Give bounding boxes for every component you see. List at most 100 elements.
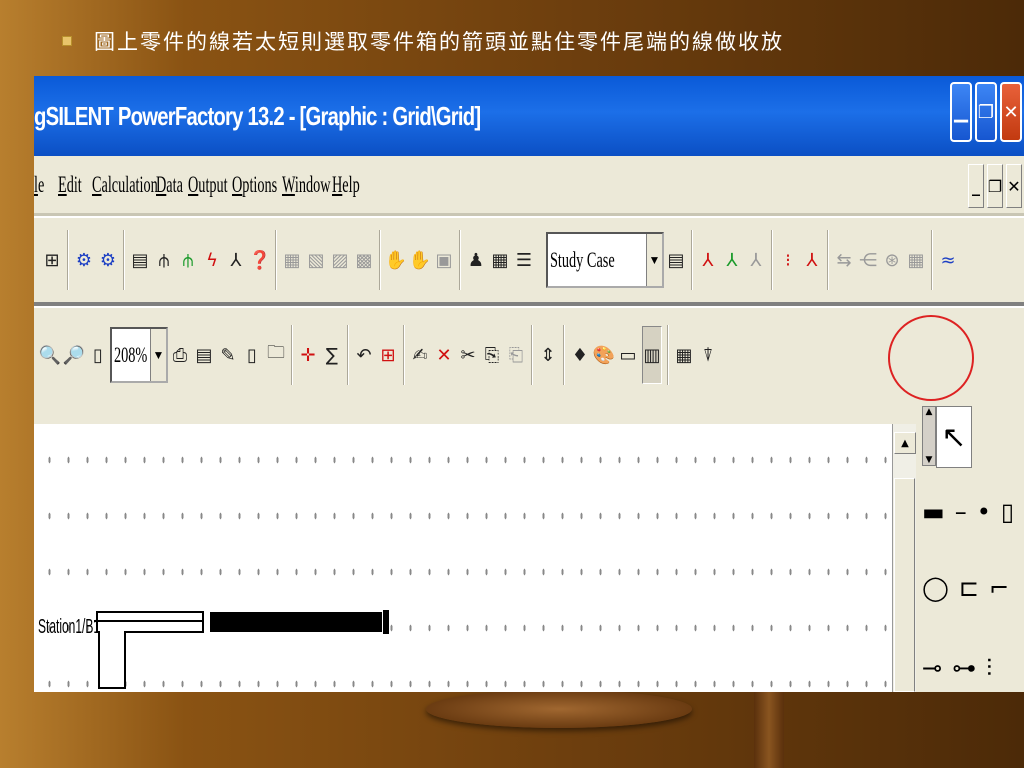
- pf-icon[interactable]: ≈: [938, 231, 958, 289]
- grid-icon[interactable]: ⊞: [42, 231, 62, 289]
- close-button[interactable]: ✕: [1000, 82, 1022, 142]
- minimize-button[interactable]: ▁: [950, 82, 972, 142]
- print-icon[interactable]: ⎙: [170, 326, 190, 384]
- study-case-select[interactable]: Study Case ▼: [546, 232, 664, 288]
- study-case-value: Study Case: [549, 247, 615, 272]
- busbar-connection[interactable]: [98, 631, 126, 689]
- measure-icon[interactable]: ✛: [298, 326, 318, 384]
- fault-icon[interactable]: ⁝: [778, 231, 798, 289]
- layout-icon[interactable]: ▥: [642, 326, 662, 384]
- table-icon[interactable]: ▦: [490, 231, 510, 289]
- copy-icon[interactable]: ⎘: [482, 326, 502, 384]
- terminal-symbol-icon[interactable]: ▯: [1001, 498, 1014, 526]
- scroll-thumb[interactable]: [894, 478, 915, 692]
- disabled-tool-5-icon[interactable]: ✋: [385, 231, 407, 289]
- disabled-tool-7-icon[interactable]: ⇆: [834, 231, 854, 289]
- disabled-tool-9-icon[interactable]: ▦: [906, 231, 926, 289]
- caption-text: 圖上零件的線若太短則選取零件箱的箭頭並點住零件尾端的線做收放: [94, 30, 784, 54]
- stability-disabled-icon[interactable]: ⅄: [746, 231, 766, 289]
- fault-2-icon[interactable]: ⅄: [802, 231, 822, 289]
- busbar-selected[interactable]: [210, 612, 382, 632]
- node-symbol-icon[interactable]: •: [977, 498, 991, 526]
- pointer-arrow-icon[interactable]: ↖: [936, 406, 972, 468]
- mdi-restore-button[interactable]: ❐: [987, 164, 1003, 208]
- grid-select-icon[interactable]: ⊞: [378, 326, 398, 384]
- branch-green-icon[interactable]: ⫛: [178, 231, 198, 289]
- chevron-down-icon[interactable]: ▼: [150, 329, 166, 381]
- mdi-close-button[interactable]: ✕: [1006, 164, 1022, 208]
- disabled-tool-1-icon[interactable]: ▦: [282, 231, 302, 289]
- edit-icon[interactable]: ✍: [410, 326, 430, 384]
- menu-calculation[interactable]: Calculation: [92, 172, 158, 198]
- menu-window[interactable]: Window: [282, 172, 331, 198]
- sum-icon[interactable]: ∑: [322, 326, 342, 384]
- symbol-icon[interactable]: ⍒: [698, 326, 718, 384]
- short-circuit-icon[interactable]: ⅄: [226, 231, 246, 289]
- disabled-tool-6-icon[interactable]: ▣: [434, 231, 454, 289]
- doc-icon[interactable]: ▯: [242, 326, 262, 384]
- chevron-down-icon[interactable]: ▼: [646, 234, 662, 286]
- bracket-symbol-icon[interactable]: ⊏: [959, 574, 979, 602]
- disabled-hand-icon[interactable]: ✋: [409, 231, 431, 289]
- lightning-icon[interactable]: ϟ: [202, 231, 222, 289]
- station-label: Station1/B1: [38, 616, 101, 638]
- breaker-symbol-icon[interactable]: ⊸: [922, 654, 942, 682]
- stability-icon[interactable]: ⅄: [698, 231, 718, 289]
- delete-icon[interactable]: ✕: [434, 326, 454, 384]
- vertical-align-icon[interactable]: ⇕: [538, 326, 558, 384]
- disabled-wheel-icon[interactable]: ⊛: [882, 231, 902, 289]
- toolbar-separator: [123, 230, 125, 290]
- busbar-element[interactable]: [96, 611, 204, 633]
- frame-icon[interactable]: ▭: [618, 326, 638, 384]
- zoom-select[interactable]: 208% ▼: [110, 327, 168, 383]
- generator-symbol-icon[interactable]: ◯: [922, 574, 949, 602]
- menu-edit[interactable]: Edit: [58, 172, 82, 198]
- zoom-out-icon[interactable]: 🔎: [63, 326, 85, 384]
- form-icon[interactable]: ▤: [194, 326, 214, 384]
- folder-icon[interactable]: 🗀: [266, 326, 286, 384]
- canvas-vertical-scrollbar[interactable]: ▲: [892, 424, 916, 692]
- menu-options[interactable]: Options: [232, 172, 277, 198]
- busbar-symbol-icon[interactable]: ▬: [922, 498, 945, 526]
- menu-file[interactable]: le: [34, 172, 49, 198]
- list-icon[interactable]: ☰: [514, 231, 534, 289]
- disabled-tool-4-icon[interactable]: ▩: [354, 231, 374, 289]
- paint-icon[interactable]: ♦: [570, 326, 590, 384]
- cut-icon[interactable]: ✂: [458, 326, 478, 384]
- double-bus-symbol-icon[interactable]: ⫶: [986, 654, 992, 682]
- switch-symbol-icon[interactable]: ⌐: [989, 574, 1009, 602]
- chart-icon[interactable]: ▤: [666, 231, 686, 289]
- palette-row-2: ◯ ⊏ ⌐: [922, 574, 1009, 602]
- calc-icon[interactable]: ⚙: [74, 231, 94, 289]
- main-toolbar: ⊞ ⚙ ⚙ ▤ ⫛ ⫛ ϟ ⅄ ❓ ▦ ▧ ▨ ▩ ✋ ✋ ▣ ♟ ▦ ☰ St…: [34, 216, 1024, 306]
- help-doc-icon[interactable]: ❓: [249, 231, 271, 289]
- drawing-canvas[interactable]: Station1/B1: [34, 424, 892, 692]
- line-symbol-icon[interactable]: –: [955, 498, 967, 526]
- disabled-tool-2-icon[interactable]: ▧: [306, 231, 326, 289]
- user-icon[interactable]: ♟: [466, 231, 486, 289]
- stability-green-icon[interactable]: ⅄: [722, 231, 742, 289]
- paste-icon[interactable]: ⎗: [506, 326, 526, 384]
- report-icon[interactable]: ▤: [130, 231, 150, 289]
- properties-icon[interactable]: ▦: [674, 326, 694, 384]
- calc-2-icon[interactable]: ⚙: [98, 231, 118, 289]
- transformer-symbol-icon[interactable]: ⊶: [952, 654, 976, 682]
- menu-data[interactable]: Data: [156, 172, 183, 198]
- palette-scrollbar[interactable]: ▲ ▼: [922, 406, 936, 466]
- undo-icon[interactable]: ↶: [354, 326, 374, 384]
- palette-icon[interactable]: 🎨: [593, 326, 615, 384]
- mdi-minimize-button[interactable]: _: [968, 164, 984, 208]
- branch-icon[interactable]: ⫛: [154, 231, 174, 289]
- zoom-in-icon[interactable]: 🔍: [39, 326, 61, 384]
- page-icon[interactable]: ▯: [88, 326, 108, 384]
- graphic-toolbar: 🔍 🔎 ▯ 208% ▼ ⎙ ▤ ✎ ▯ 🗀 ✛ ∑ ↶ ⊞ ✍ ✕ ✂ ⎘ ⎗…: [34, 306, 1024, 402]
- busbar-resize-handle[interactable]: [383, 610, 389, 634]
- new-doc-icon[interactable]: ✎: [218, 326, 238, 384]
- menu-help[interactable]: Help: [332, 172, 360, 198]
- disabled-tool-8-icon[interactable]: ⋲: [858, 231, 878, 289]
- menu-output[interactable]: Output: [188, 172, 228, 198]
- title-bar[interactable]: gSILENT PowerFactory 13.2 - [Graphic : G…: [34, 76, 1024, 156]
- scroll-up-arrow-icon[interactable]: ▲: [894, 432, 916, 454]
- maximize-button[interactable]: ❐: [975, 82, 997, 142]
- disabled-tool-3-icon[interactable]: ▨: [330, 231, 350, 289]
